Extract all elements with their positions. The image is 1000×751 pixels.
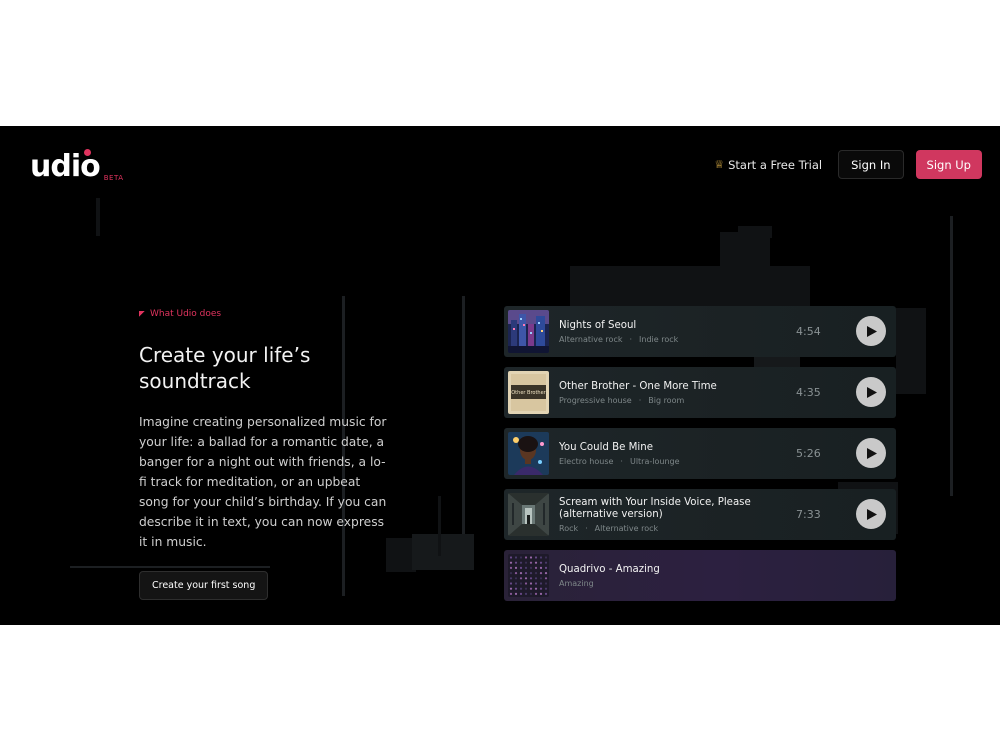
track-genre: Progressive house — [559, 395, 632, 405]
eyebrow-label: What Udio does — [150, 309, 222, 319]
track-duration: 4:54 — [796, 325, 821, 338]
title-line-1: Create your life’s — [139, 343, 311, 367]
track-genre: Electro house — [559, 456, 614, 466]
track-genres: Amazing — [559, 579, 784, 588]
page-title: Create your life’s soundtrack — [139, 342, 389, 394]
track-info: Other Brother - One More Time Progressiv… — [559, 367, 784, 418]
decor-block — [462, 296, 465, 556]
track-item[interactable]: Nights of Seoul Alternative rock · Indie… — [504, 306, 896, 357]
track-info: You Could Be Mine Electro house · Ultra-… — [559, 428, 784, 479]
track-item[interactable]: Quadrivo - Amazing Amazing — [504, 550, 896, 601]
track-genres: Electro house · Ultra-lounge — [559, 457, 784, 466]
section-eyebrow: What Udio does — [139, 309, 221, 319]
genre-separator: · — [638, 395, 642, 405]
play-icon — [867, 325, 877, 337]
track-title: Scream with Your Inside Voice, Please (a… — [559, 496, 751, 520]
play-icon — [867, 508, 877, 520]
portrait-art-icon — [508, 432, 549, 475]
hallway-art-icon — [508, 493, 549, 536]
play-icon — [867, 386, 877, 398]
eyebrow-mark-icon — [139, 311, 145, 317]
crown-icon: ♕ — [714, 158, 725, 171]
track-info: Nights of Seoul Alternative rock · Indie… — [559, 306, 784, 357]
beta-badge: BETA — [103, 174, 124, 182]
album-art-text-icon: Other Brother — [508, 371, 549, 414]
play-button[interactable] — [856, 499, 886, 529]
track-genre: Alternative rock — [559, 334, 623, 344]
hero-stage: udio BETA ♕ Start a Free Trial Sign In S… — [0, 126, 1000, 625]
track-genre: Rock — [559, 523, 579, 533]
track-genre: Big room — [648, 395, 685, 405]
track-genres: Alternative rock · Indie rock — [559, 335, 784, 344]
logo-dot-icon — [84, 149, 91, 156]
track-info: Scream with Your Inside Voice, Please (a… — [559, 489, 784, 540]
track-duration: 5:26 — [796, 447, 821, 460]
sign-in-button[interactable]: Sign In — [838, 150, 904, 179]
track-title: Nights of Seoul — [559, 319, 637, 331]
track-item[interactable]: Scream with Your Inside Voice, Please (a… — [504, 489, 896, 540]
logo-wordmark: udio — [30, 149, 101, 182]
track-genres: Rock · Alternative rock — [559, 524, 784, 533]
track-item[interactable]: You Could Be Mine Electro house · Ultra-… — [504, 428, 896, 479]
sign-up-button[interactable]: Sign Up — [915, 150, 982, 179]
hero-description: Imagine creating personalized music for … — [139, 415, 387, 549]
track-title: Other Brother - One More Time — [559, 380, 717, 392]
genre-separator: · — [629, 334, 633, 344]
track-list: Nights of Seoul Alternative rock · Indie… — [504, 306, 896, 611]
play-button[interactable] — [856, 377, 886, 407]
city-night-art-icon — [508, 310, 549, 353]
dot-grid-art-icon — [508, 554, 549, 597]
title-line-2: soundtrack — [139, 369, 251, 393]
track-genre: Alternative rock — [594, 523, 659, 533]
free-trial-label: Start a Free Trial — [728, 157, 823, 172]
top-nav: ♕ Start a Free Trial Sign In Sign Up — [714, 150, 982, 179]
track-genre: Amazing — [559, 578, 594, 588]
udio-logo[interactable]: udio BETA — [30, 149, 124, 182]
track-genres: Progressive house · Big room — [559, 396, 784, 405]
track-item[interactable]: Other Brother Other Brother - One More T… — [504, 367, 896, 418]
track-duration: 7:33 — [796, 508, 821, 521]
album-art-label: Other Brother — [511, 390, 546, 396]
track-info: Quadrivo - Amazing Amazing — [559, 550, 784, 601]
track-title: You Could Be Mine — [559, 441, 653, 453]
decor-block — [720, 232, 770, 292]
create-first-song-button[interactable]: Create your first song — [139, 571, 269, 600]
decor-block — [896, 308, 926, 394]
play-icon — [867, 447, 877, 459]
play-button[interactable] — [856, 316, 886, 346]
decor-block — [412, 534, 474, 570]
track-title: Quadrivo - Amazing — [559, 563, 660, 575]
play-button[interactable] — [856, 438, 886, 468]
decor-block — [738, 226, 772, 238]
decor-block — [96, 198, 100, 236]
decor-block — [950, 216, 953, 496]
track-duration: 4:35 — [796, 386, 821, 399]
decor-block — [438, 496, 441, 556]
track-genre: Ultra-lounge — [629, 456, 680, 466]
free-trial-link[interactable]: ♕ Start a Free Trial — [714, 158, 822, 172]
genre-separator: · — [585, 523, 588, 533]
genre-separator: · — [620, 456, 623, 466]
decor-block — [70, 566, 270, 568]
track-genre: Indie rock — [639, 334, 679, 344]
decor-block — [570, 266, 810, 306]
